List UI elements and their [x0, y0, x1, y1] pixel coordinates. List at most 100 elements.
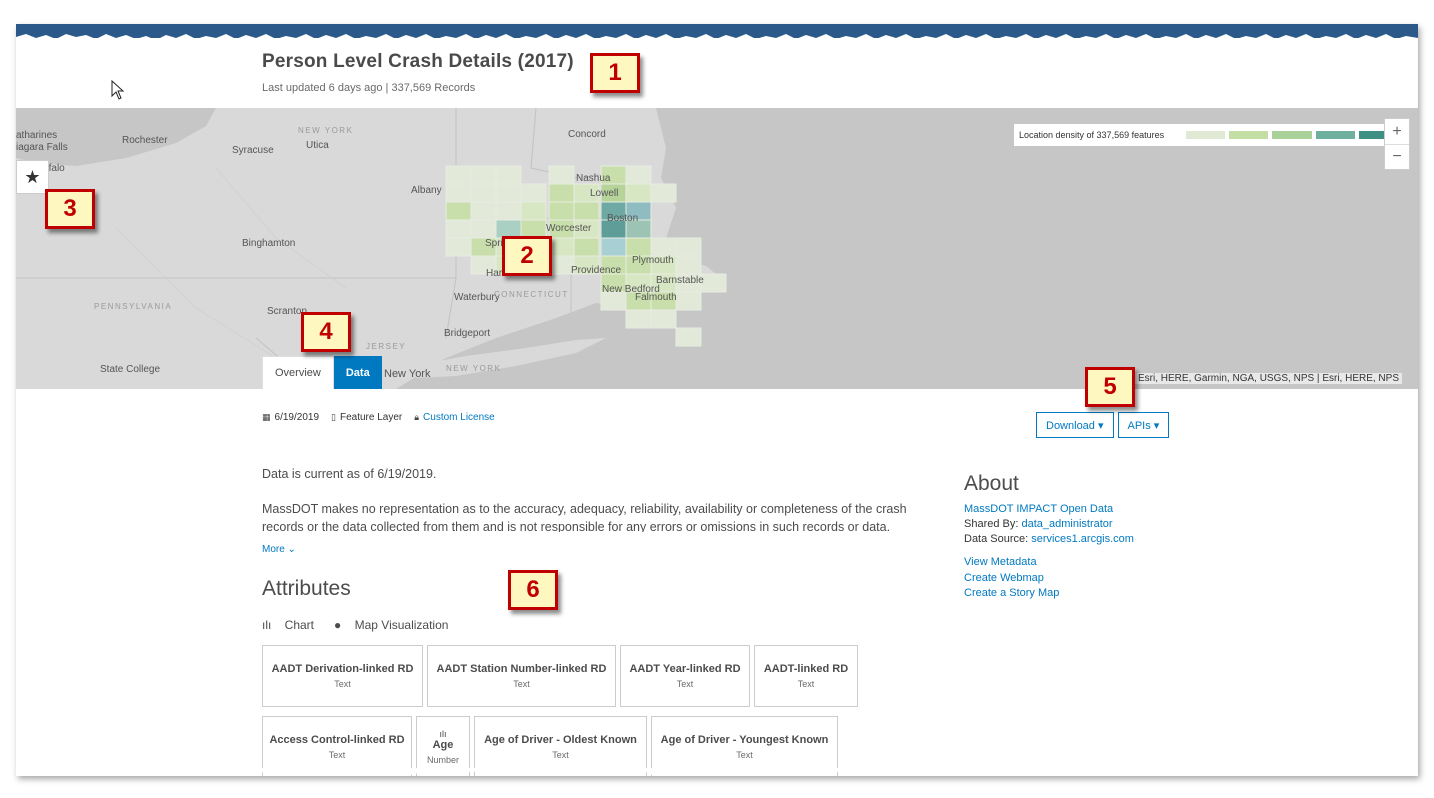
view-metadata-link[interactable]: View Metadata: [964, 555, 1284, 571]
create-story-map-link[interactable]: Create a Story Map: [964, 586, 1284, 602]
org-link[interactable]: MassDOT IMPACT Open Data: [964, 502, 1284, 517]
legend-label: Location density of 337,569 features: [1019, 130, 1165, 140]
map-label-new-york-state-south: NEW YORK: [446, 364, 502, 373]
data-source-label: Data Source:: [964, 533, 1032, 545]
map-label-springfield: Spri: [485, 238, 503, 249]
callout-1: 1: [590, 53, 640, 93]
map-label-connecticut: CONNECTICUT: [494, 290, 569, 299]
apis-button[interactable]: APIs ▾: [1117, 412, 1170, 438]
map-label-falmouth: Falmouth: [635, 292, 677, 303]
map-label-barnstable: Barnstable: [656, 275, 704, 286]
map-label-albany: Albany: [411, 185, 442, 196]
attribute-card[interactable]: AADT-linked RD Text: [754, 645, 858, 707]
zoom-in-button[interactable]: +: [1385, 119, 1409, 144]
more-link[interactable]: More ⌄: [262, 544, 296, 555]
download-button[interactable]: Download ▾: [1036, 412, 1114, 438]
lock-icon: 🔒︎: [414, 412, 420, 422]
about-links: View Metadata Create Webmap Create a Sto…: [964, 555, 1284, 602]
attribute-card[interactable]: ılı Age Number: [416, 716, 470, 776]
callout-4: 4: [301, 312, 351, 352]
shared-by: Shared By: data_administrator: [964, 517, 1284, 532]
map-label-syracuse: Syracuse: [232, 145, 274, 156]
attribute-type: Text: [736, 750, 753, 760]
page-subtitle: Last updated 6 days ago | 337,569 Record…: [262, 82, 476, 94]
chart-toggle-label: Chart: [284, 618, 315, 632]
map-basemap: [16, 108, 1418, 389]
map-label-binghamton: Binghamton: [242, 238, 296, 249]
map-label-catharines: atharines: [16, 130, 58, 141]
callout-5: 5: [1085, 367, 1135, 407]
meta-license: 🔒︎ Custom License: [414, 412, 495, 423]
data-current-text: Data is current as of 6/19/2019.: [262, 467, 437, 481]
map-label-hartford: Har: [486, 268, 503, 279]
shared-by-link[interactable]: data_administrator: [1021, 518, 1112, 530]
meta-type-text: Feature Layer: [339, 412, 403, 423]
callout-2: 2: [502, 236, 552, 276]
license-link[interactable]: Custom License: [423, 412, 495, 423]
callout-3: 3: [45, 189, 95, 229]
attribute-card[interactable]: AADT Year-linked RD Text: [620, 645, 750, 707]
dataset-meta: ▦ 6/19/2019 ▯ Feature Layer 🔒︎ Custom Li…: [262, 412, 507, 423]
document-icon: ▯: [331, 412, 336, 422]
attribute-card[interactable]: AADT Derivation-linked RD Text: [262, 645, 423, 707]
data-source-link[interactable]: services1.arcgis.com: [1031, 533, 1134, 545]
star-icon: ★: [24, 166, 41, 187]
zoom-out-button[interactable]: −: [1385, 144, 1409, 169]
attribute-name: Age: [432, 739, 454, 751]
attribute-type: Number: [426, 755, 459, 765]
attribute-name: AADT Year-linked RD: [629, 663, 741, 675]
callout-6: 6: [508, 570, 558, 610]
mouse-cursor-icon: [111, 80, 125, 100]
attribute-card[interactable]: Age of Driver - Oldest Known Text: [474, 716, 647, 776]
map-label-new-york-state: NEW YORK: [298, 126, 354, 135]
map-label-new-york-city: New York: [384, 368, 431, 380]
map-viz-toggle[interactable]: ● Map Visualization: [334, 618, 458, 632]
view-tabs: Overview Data: [262, 356, 382, 389]
map-view[interactable]: atharines iagara Falls ffalo Rochester S…: [16, 108, 1418, 389]
attribute-name: Age of Driver - Youngest Known: [660, 734, 829, 746]
map-viz-toggle-label: Map Visualization: [354, 618, 449, 632]
map-label-boston: Boston: [607, 213, 639, 224]
chart-toggle[interactable]: ılı Chart: [262, 618, 324, 632]
action-buttons: Download ▾ APIs ▾: [1036, 412, 1173, 438]
bar-chart-icon: ılı: [439, 729, 447, 739]
about-panel: About MassDOT IMPACT Open Data Shared By…: [964, 472, 1284, 602]
attribute-type: Text: [513, 679, 530, 689]
torn-edge-bottom: [16, 768, 1418, 776]
meta-date: ▦ 6/19/2019: [262, 412, 319, 423]
map-label-waterbury: Waterbury: [454, 292, 500, 303]
map-attribution: Esri, HERE, Garmin, NGA, USGS, NPS | Esr…: [1135, 373, 1402, 384]
create-webmap-link[interactable]: Create Webmap: [964, 571, 1284, 587]
map-label-plymouth: Plymouth: [632, 255, 674, 266]
attribute-name: AADT Station Number-linked RD: [436, 663, 607, 675]
attribute-type: Text: [328, 750, 346, 760]
map-label-bridgeport: Bridgeport: [444, 328, 491, 339]
zoom-control: + −: [1384, 118, 1410, 170]
map-label-worcester: Worcester: [546, 223, 592, 234]
legend-swatch-3: [1272, 131, 1312, 139]
map-legend: Location density of 337,569 features: [1014, 124, 1402, 146]
calendar-icon: ▦: [262, 412, 271, 422]
torn-edge-top: [16, 34, 1418, 42]
tab-overview[interactable]: Overview: [262, 356, 334, 389]
map-label-lowell: Lowell: [590, 188, 619, 199]
attribute-card[interactable]: Access Control-linked RD Text: [262, 716, 412, 776]
legend-swatch-4: [1315, 131, 1355, 139]
map-label-utica: Utica: [306, 140, 329, 151]
map-label-jersey: JERSEY: [366, 342, 407, 351]
map-label-providence: Providence: [571, 265, 622, 276]
shared-by-label: Shared By:: [964, 518, 1022, 530]
visualization-toggle: ılı Chart ● Map Visualization: [262, 618, 468, 632]
attribute-name: AADT Derivation-linked RD: [271, 663, 414, 675]
dot-icon: ●: [334, 618, 345, 632]
attribute-type: Text: [334, 679, 351, 689]
data-source: Data Source: services1.arcgis.com: [964, 532, 1284, 547]
page-title: Person Level Crash Details (2017): [262, 51, 574, 72]
map-label-state-college: State College: [100, 364, 161, 375]
attribute-card[interactable]: AADT Station Number-linked RD Text: [427, 645, 616, 707]
attribute-card[interactable]: Age of Driver - Youngest Known Text: [651, 716, 838, 776]
description-text: MassDOT makes no representation as to th…: [262, 502, 907, 532]
map-label-niagara: iagara Falls: [16, 142, 68, 153]
tab-data[interactable]: Data: [333, 356, 382, 389]
attribute-type: Text: [797, 679, 815, 689]
